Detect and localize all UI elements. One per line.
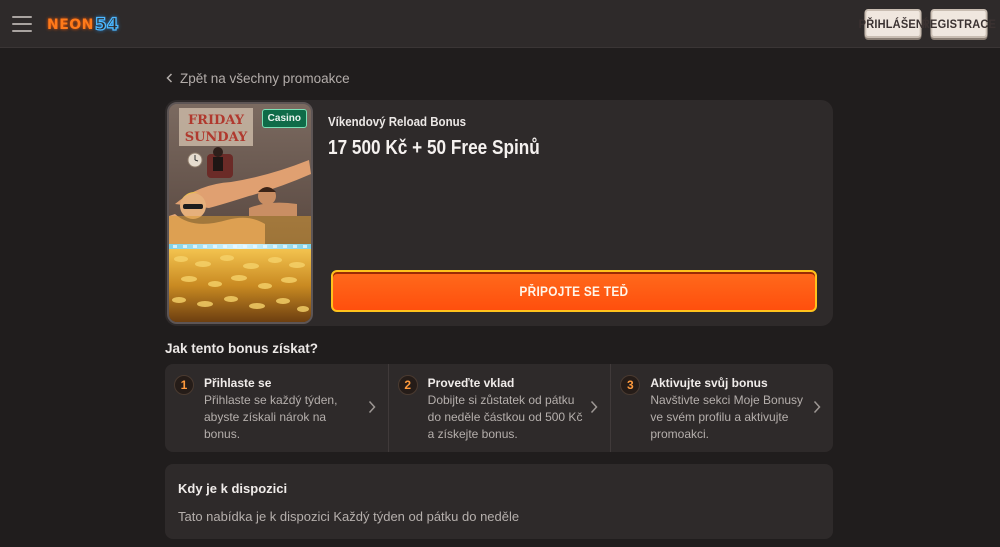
step-description: Přihlaste se každý týden, abyste získali… bbox=[204, 393, 338, 441]
register-button[interactable]: REGISTRACE bbox=[922, 9, 996, 38]
top-header: NEON 54 PŘIHLÁŠENÍ REGISTRACE bbox=[0, 0, 1000, 48]
step-login[interactable]: 1 Přihlaste se Přihlaste se každý týden,… bbox=[165, 364, 388, 452]
step-description: Dobijte si zůstatek od pátku do neděle č… bbox=[427, 393, 583, 441]
menu-icon[interactable] bbox=[12, 14, 32, 34]
availability-card: Kdy je k dispozici Tato nabídka je k dis… bbox=[165, 464, 833, 539]
step-number: 1 bbox=[174, 375, 194, 395]
step-number: 3 bbox=[620, 375, 641, 395]
step-deposit[interactable]: 2 Proveďte vklad Dobijte si zůstatek od … bbox=[387, 364, 611, 452]
step-number: 2 bbox=[397, 375, 418, 395]
back-link-label: Zpět na všechny promoakce bbox=[180, 70, 350, 86]
join-now-label: PŘIPOJTE SE TEĎ bbox=[519, 283, 629, 299]
chevron-right-icon bbox=[813, 400, 821, 414]
how-to-heading: Jak tento bonus získat? bbox=[165, 341, 319, 356]
logo-number: 54 bbox=[94, 14, 119, 35]
promo-image: FRIDAY SUNDAY Casino bbox=[167, 102, 313, 324]
availability-title: Kdy je k dispozici bbox=[178, 481, 288, 496]
casino-badge: Casino bbox=[261, 109, 307, 128]
svg-text:SUNDAY: SUNDAY bbox=[185, 130, 248, 145]
step-description: Navštivte sekci Moje Bonusy ve svém prof… bbox=[650, 393, 804, 441]
join-now-button[interactable]: PŘIPOJTE SE TEĎ bbox=[331, 270, 817, 312]
step-activate[interactable]: 3 Aktivujte svůj bonus Navštivte sekci M… bbox=[610, 364, 833, 452]
step-title: Přihlaste se bbox=[204, 376, 272, 390]
promo-card: FRIDAY SUNDAY Casino Víkendový Reload Bo… bbox=[165, 100, 833, 326]
svg-text:FRIDAY: FRIDAY bbox=[188, 113, 245, 128]
step-title: Proveďte vklad bbox=[427, 376, 515, 390]
logo[interactable]: NEON 54 bbox=[47, 12, 119, 38]
login-button[interactable]: PŘIHLÁŠENÍ bbox=[859, 9, 927, 38]
chevron-left-icon bbox=[165, 71, 174, 85]
steps-list: 1 Přihlaste se Přihlaste se každý týden,… bbox=[165, 364, 833, 452]
logo-text: NEON bbox=[47, 17, 94, 33]
back-link[interactable]: Zpět na všechny promoakce bbox=[165, 70, 350, 86]
promo-subtitle: Víkendový Reload Bonus bbox=[328, 115, 467, 129]
promo-title: 17 500 Kč + 50 Free Spinů bbox=[328, 137, 540, 159]
step-title: Aktivujte svůj bonus bbox=[650, 376, 768, 390]
chevron-right-icon bbox=[368, 400, 376, 414]
chevron-right-icon bbox=[591, 400, 598, 414]
availability-text: Tato nabídka je k dispozici Každý týden … bbox=[178, 509, 520, 524]
